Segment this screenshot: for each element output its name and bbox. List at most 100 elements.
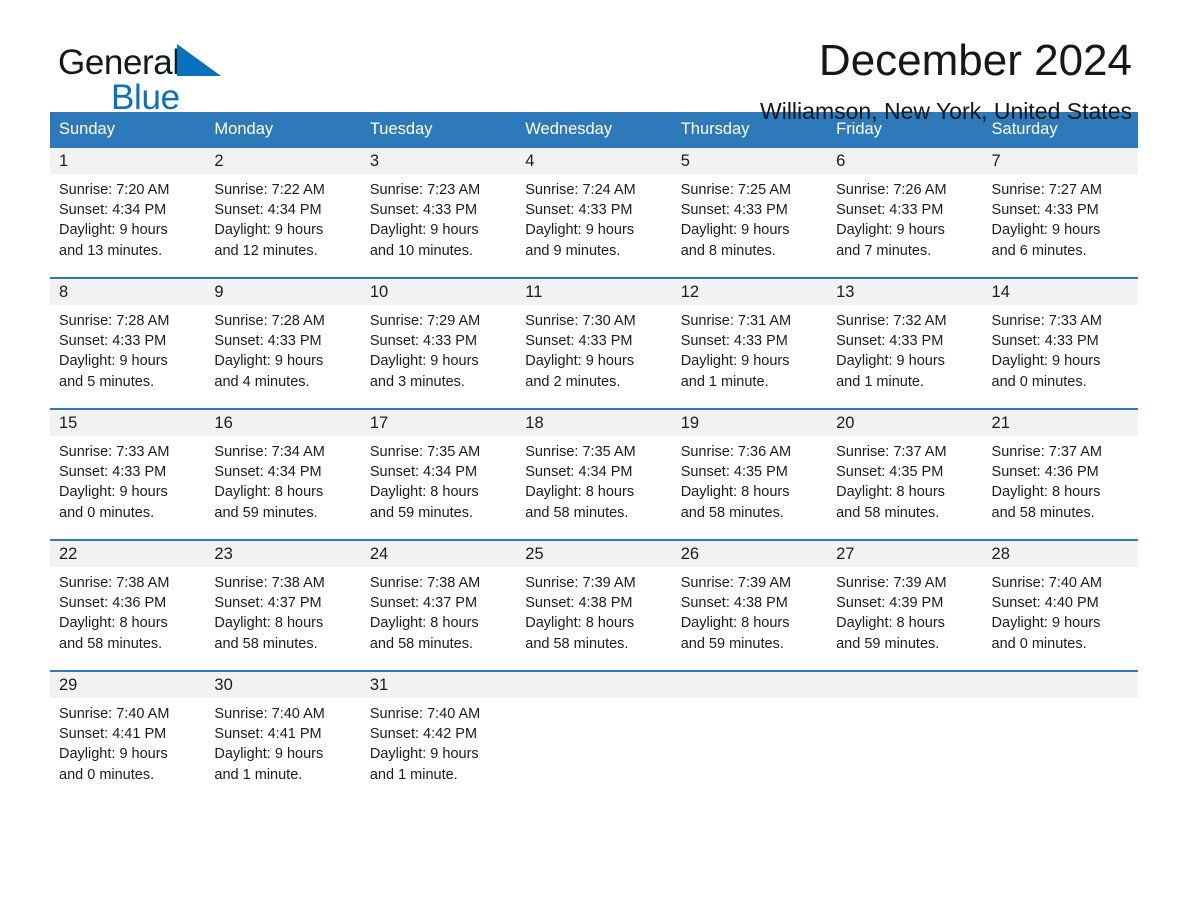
week-spacer-cell — [50, 659, 1138, 671]
day-sunset-line: Sunset: 4:34 PM — [214, 202, 322, 219]
day-number: 4 — [516, 148, 672, 174]
day-daylight-line: Daylight: 9 hours — [680, 353, 790, 370]
day-daylight-line: Daylight: 8 hours — [369, 484, 479, 501]
day-number: 20 — [827, 410, 983, 436]
weekday-header-monday: Monday — [205, 112, 361, 148]
calendar-day-cell[interactable]: 25 Sunrise: 7:39 AM Sunset: 4:38 PM Dayligh… — [516, 539, 672, 659]
day-sunset-line: Sunset: 4:34 PM — [525, 464, 633, 481]
day-sunset-line: Sunset: 4:37 PM — [369, 595, 478, 612]
day-cell-content: 17 Sunrise: 7:35 AM Sunset: 4:34 PM Dayligh… — [360, 410, 517, 528]
day-daylight-line: and 8 minutes. — [680, 242, 776, 259]
calendar-day-cell[interactable]: 16 Sunrise: 7:34 AM Sunset: 4:34 PM Dayligh… — [205, 408, 361, 528]
calendar-day-cell[interactable]: 15 Sunrise: 7:33 AM Sunset: 4:33 PM Dayligh… — [50, 408, 206, 528]
day-daylight-line: and 58 minutes. — [369, 635, 474, 652]
day-number: 14 — [982, 279, 1138, 305]
day-sun-info: Sunrise: 7:34 AM Sunset: 4:34 PM Daylight:… — [205, 436, 360, 523]
calendar-day-cell[interactable]: 28 Sunrise: 7:40 AM Sunset: 4:40 PM Dayligh… — [982, 539, 1138, 659]
calendar-day-cell[interactable]: 21 Sunrise: 7:37 AM Sunset: 4:36 PM Dayligh… — [982, 408, 1138, 528]
calendar-day-cell[interactable]: 13 Sunrise: 7:32 AM Sunset: 4:33 PM Dayligh… — [827, 277, 983, 397]
calendar-day-cell[interactable]: 5 Sunrise: 7:25 AM Sunset: 4:33 PM Daylight… — [671, 148, 828, 266]
day-sunset-line: Sunset: 4:34 PM — [214, 464, 322, 481]
calendar-day-cell[interactable]: 3 Sunrise: 7:23 AM Sunset: 4:33 PM Daylight… — [360, 148, 517, 266]
calendar-day-cell[interactable]: 19 Sunrise: 7:36 AM Sunset: 4:35 PM Dayligh… — [671, 408, 828, 528]
day-cell-content: 9 Sunrise: 7:28 AM Sunset: 4:33 PM Daylight… — [205, 279, 361, 397]
general-blue-logo[interactable]: General Blue — [58, 44, 221, 115]
day-sunrise-line: Sunrise: 7:38 AM — [214, 575, 325, 591]
day-sunset-line: Sunset: 4:33 PM — [991, 333, 1099, 350]
day-sun-info: Sunrise: 7:27 AM Sunset: 4:33 PM Daylight:… — [983, 174, 1138, 261]
logo-line-general: General — [58, 44, 221, 82]
day-daylight-line: Daylight: 9 hours — [59, 222, 168, 239]
day-daylight-line: Daylight: 9 hours — [59, 746, 168, 763]
day-daylight-line: and 1 minute. — [214, 766, 303, 783]
week-spacer-cell — [50, 266, 1138, 278]
day-sun-info: Sunrise: 7:30 AM Sunset: 4:33 PM Daylight:… — [516, 305, 671, 392]
day-cell-content: 2 Sunrise: 7:22 AM Sunset: 4:34 PM Daylight… — [205, 148, 361, 266]
day-daylight-line: Daylight: 9 hours — [525, 353, 635, 370]
day-cell-content: 20 Sunrise: 7:37 AM Sunset: 4:35 PM Dayligh… — [827, 410, 983, 528]
calendar-day-cell[interactable]: 27 Sunrise: 7:39 AM Sunset: 4:39 PM Dayligh… — [827, 539, 983, 659]
calendar-day-cell[interactable]: 23 Sunrise: 7:38 AM Sunset: 4:37 PM Dayligh… — [205, 539, 361, 659]
day-number: 22 — [50, 541, 206, 567]
day-number: 21 — [982, 410, 1138, 436]
day-sunset-line: Sunset: 4:35 PM — [836, 464, 944, 481]
day-sunrise-line: Sunrise: 7:30 AM — [525, 313, 636, 329]
day-daylight-line: and 4 minutes. — [214, 373, 310, 390]
calendar-day-cell[interactable]: 7 Sunrise: 7:27 AM Sunset: 4:33 PM Daylight… — [982, 148, 1138, 266]
calendar-day-cell[interactable]: 31 Sunrise: 7:40 AM Sunset: 4:42 PM Dayligh… — [360, 670, 517, 790]
day-daylight-line: and 0 minutes. — [59, 504, 155, 521]
calendar-day-cell[interactable]: 29 Sunrise: 7:40 AM Sunset: 4:41 PM Dayligh… — [50, 670, 206, 790]
calendar-day-cell[interactable]: 26 Sunrise: 7:39 AM Sunset: 4:38 PM Dayligh… — [671, 539, 828, 659]
day-number: 9 — [205, 279, 361, 305]
calendar-day-cell[interactable]: 12 Sunrise: 7:31 AM Sunset: 4:33 PM Dayligh… — [671, 277, 828, 397]
calendar-day-cell[interactable]: 10 Sunrise: 7:29 AM Sunset: 4:33 PM Dayligh… — [360, 277, 517, 397]
calendar-day-cell[interactable]: 9 Sunrise: 7:28 AM Sunset: 4:33 PM Daylight… — [205, 277, 361, 397]
day-number: 26 — [671, 541, 828, 567]
calendar-day-cell[interactable]: 24 Sunrise: 7:38 AM Sunset: 4:37 PM Dayligh… — [360, 539, 517, 659]
title-block: December 2024 Williamson, New York, Unit… — [760, 37, 1132, 125]
calendar-day-cell[interactable] — [671, 670, 828, 790]
calendar-week-row: 15 Sunrise: 7:33 AM Sunset: 4:33 PM Dayligh… — [50, 408, 1138, 528]
calendar-day-cell[interactable]: 1 Sunrise: 7:20 AM Sunset: 4:34 PM Daylight… — [50, 148, 206, 266]
day-sunrise-line: Sunrise: 7:39 AM — [836, 575, 947, 591]
calendar-day-cell[interactable] — [982, 670, 1138, 790]
day-number: 13 — [827, 279, 983, 305]
calendar-day-cell[interactable]: 14 Sunrise: 7:33 AM Sunset: 4:33 PM Dayligh… — [982, 277, 1138, 397]
calendar-day-cell[interactable]: 30 Sunrise: 7:40 AM Sunset: 4:41 PM Dayligh… — [205, 670, 361, 790]
calendar-day-cell[interactable]: 11 Sunrise: 7:30 AM Sunset: 4:33 PM Dayligh… — [516, 277, 672, 397]
day-daylight-line: Daylight: 9 hours — [59, 484, 168, 501]
day-sun-info: Sunrise: 7:25 AM Sunset: 4:33 PM Daylight:… — [672, 174, 827, 261]
day-sunrise-line: Sunrise: 7:29 AM — [369, 313, 481, 329]
day-daylight-line: Daylight: 8 hours — [525, 484, 635, 501]
day-sunset-line: Sunset: 4:41 PM — [214, 726, 322, 743]
day-sunrise-line: Sunrise: 7:35 AM — [369, 444, 481, 460]
day-daylight-line: and 7 minutes. — [836, 242, 932, 259]
calendar-day-cell[interactable]: 18 Sunrise: 7:35 AM Sunset: 4:34 PM Dayligh… — [516, 408, 672, 528]
day-daylight-line: and 9 minutes. — [525, 242, 621, 259]
day-sun-info: Sunrise: 7:37 AM Sunset: 4:35 PM Daylight:… — [827, 436, 982, 523]
calendar-day-cell[interactable]: 2 Sunrise: 7:22 AM Sunset: 4:34 PM Daylight… — [205, 148, 361, 266]
day-sunset-line: Sunset: 4:33 PM — [680, 202, 788, 219]
calendar-day-cell[interactable]: 6 Sunrise: 7:26 AM Sunset: 4:33 PM Daylight… — [827, 148, 983, 266]
day-sun-info: Sunrise: 7:29 AM Sunset: 4:33 PM Daylight:… — [361, 305, 516, 392]
day-daylight-line: and 58 minutes. — [214, 635, 318, 652]
day-sunrise-line: Sunrise: 7:38 AM — [59, 575, 170, 591]
day-daylight-line: Daylight: 9 hours — [836, 222, 945, 239]
day-number — [516, 672, 672, 698]
day-cell-content: 30 Sunrise: 7:40 AM Sunset: 4:41 PM Dayligh… — [205, 672, 361, 790]
day-daylight-line: Daylight: 9 hours — [991, 222, 1101, 239]
triangle-icon — [176, 44, 221, 82]
calendar-day-cell[interactable]: 8 Sunrise: 7:28 AM Sunset: 4:33 PM Daylight… — [50, 277, 206, 397]
day-daylight-line: and 3 minutes. — [369, 373, 465, 390]
calendar-day-cell[interactable]: 20 Sunrise: 7:37 AM Sunset: 4:35 PM Dayligh… — [827, 408, 983, 528]
calendar-day-cell[interactable] — [516, 670, 672, 790]
calendar-day-cell[interactable] — [827, 670, 983, 790]
day-sunrise-line: Sunrise: 7:37 AM — [991, 444, 1102, 460]
calendar-day-cell[interactable]: 4 Sunrise: 7:24 AM Sunset: 4:33 PM Daylight… — [516, 148, 672, 266]
calendar-day-cell[interactable]: 17 Sunrise: 7:35 AM Sunset: 4:34 PM Dayligh… — [360, 408, 517, 528]
day-cell-content: 14 Sunrise: 7:33 AM Sunset: 4:33 PM Dayligh… — [982, 279, 1138, 397]
day-daylight-line: Daylight: 8 hours — [680, 484, 790, 501]
day-sunrise-line: Sunrise: 7:25 AM — [680, 182, 792, 198]
day-daylight-line: Daylight: 9 hours — [369, 222, 479, 239]
calendar-day-cell[interactable]: 22 Sunrise: 7:38 AM Sunset: 4:36 PM Dayligh… — [50, 539, 206, 659]
